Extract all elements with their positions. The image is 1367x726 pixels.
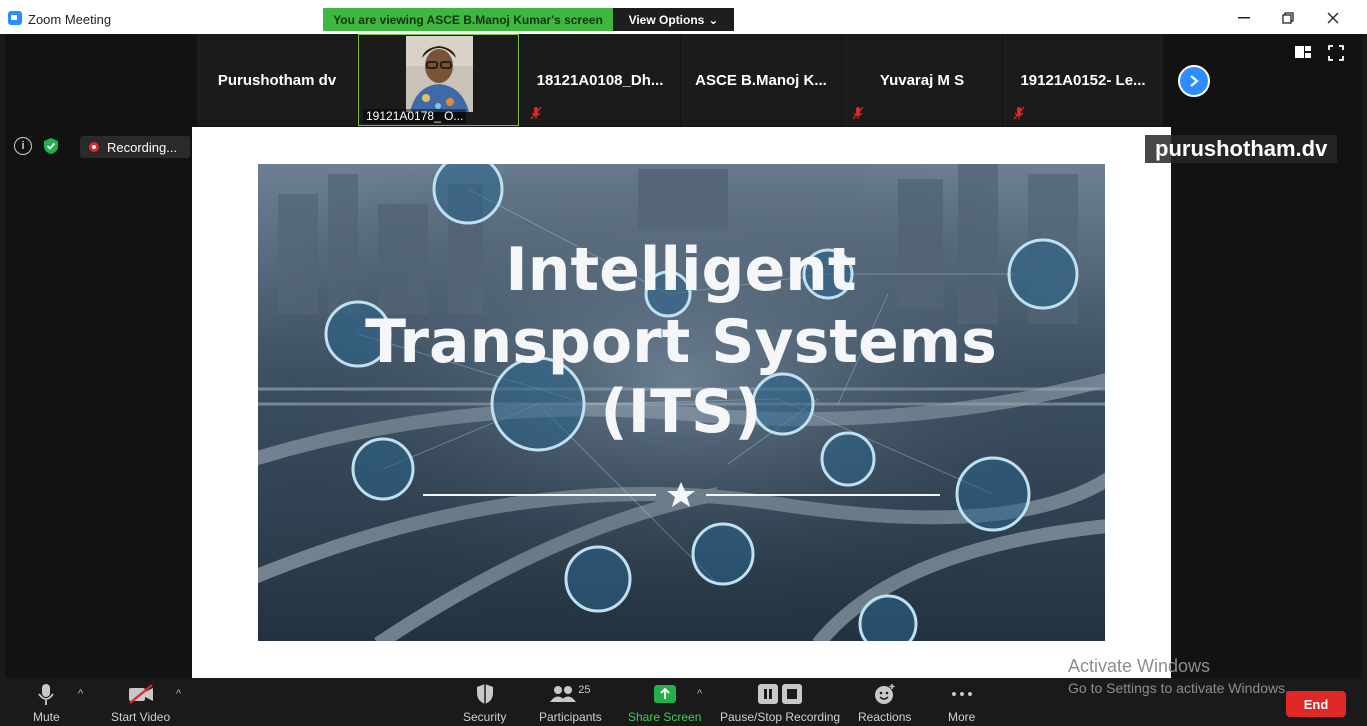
participant-tile[interactable]: 19121A0152- Le...	[1003, 34, 1163, 126]
video-off-icon	[128, 684, 153, 704]
slide-title-line2: Transport Systems	[365, 307, 997, 377]
participants-label: Participants	[539, 710, 602, 724]
fullscreen-icon[interactable]	[1328, 45, 1344, 61]
stop-icon	[782, 684, 803, 704]
mute-label: Mute	[33, 710, 60, 724]
presenter-name-label: purushotham.dv	[1145, 135, 1338, 163]
view-options-button[interactable]: View Options ⌄	[613, 8, 734, 31]
mute-button[interactable]: Mute	[33, 680, 60, 724]
participant-name: 19121A0178_ O...	[363, 109, 467, 123]
audio-options-caret-icon[interactable]: ^	[78, 688, 83, 700]
security-shield-icon	[476, 684, 493, 704]
pause-stop-recording-label: Pause/Stop Recording	[720, 710, 841, 724]
chevron-down-icon: ⌄	[708, 12, 719, 27]
chevron-right-icon	[1190, 75, 1199, 87]
reactions-label: Reactions	[858, 710, 912, 724]
participant-tile[interactable]: Yuvaraj M S	[842, 34, 1002, 126]
participant-count: 25	[578, 684, 591, 696]
next-page-button[interactable]	[1178, 65, 1210, 97]
presentation-slide: Intelligent Transport Systems (ITS)	[258, 164, 1105, 641]
pause-stop-recording-button[interactable]: Pause/Stop Recording	[720, 680, 840, 724]
zoom-logo-icon	[8, 11, 22, 25]
participant-tile-active-video[interactable]: 19121A0178_ O...	[358, 34, 519, 126]
more-button[interactable]: More	[948, 680, 975, 724]
participant-tile[interactable]: Purushotham dv	[197, 34, 357, 126]
slide-title-line3: (ITS)	[600, 377, 761, 447]
minimize-icon	[1238, 17, 1250, 19]
participant-name: Purushotham dv	[217, 71, 337, 89]
share-options-caret-icon[interactable]: ^	[697, 688, 702, 700]
encryption-shield-icon[interactable]	[42, 137, 60, 155]
video-options-caret-icon[interactable]: ^	[176, 688, 181, 700]
muted-mic-icon	[530, 106, 542, 120]
restore-icon	[1282, 12, 1294, 24]
start-video-button[interactable]: Start Video	[111, 680, 170, 724]
muted-mic-icon	[852, 106, 864, 120]
reactions-smiley-icon	[874, 684, 895, 704]
participant-video	[406, 36, 473, 112]
participant-tile[interactable]: ASCE B.Manoj K...	[681, 34, 841, 126]
participants-icon	[550, 686, 577, 702]
recording-label: Recording...	[107, 139, 178, 155]
layout-icon[interactable]	[1295, 46, 1311, 58]
window-title: Zoom Meeting	[28, 12, 112, 27]
share-screen-icon	[653, 685, 676, 703]
pause-icon	[758, 684, 779, 704]
participant-name: ASCE B.Manoj K...	[695, 71, 827, 89]
participants-button[interactable]: 25 Participants	[539, 680, 602, 724]
start-video-label: Start Video	[111, 710, 171, 724]
watermark-title: Activate Windows	[1068, 656, 1211, 676]
share-screen-label: Share Screen	[628, 710, 702, 724]
end-meeting-button[interactable]: End	[1286, 691, 1346, 717]
info-icon[interactable]: i	[14, 137, 32, 155]
viewing-screen-banner: You are viewing ASCE B.Manoj Kumar's scr…	[323, 8, 613, 31]
watermark-subtitle: Go to Settings to activate Windows.	[1068, 680, 1289, 696]
security-button[interactable]: Security	[463, 680, 506, 724]
participant-name: 19121A0152- Le...	[1020, 71, 1146, 89]
reactions-button[interactable]: Reactions	[858, 680, 911, 724]
view-options-label: View Options	[628, 12, 705, 27]
recording-dot-icon	[89, 142, 99, 152]
slide-title-line1: Intelligent	[505, 235, 856, 305]
restore-button[interactable]	[1273, 6, 1303, 30]
more-dots-icon	[951, 692, 972, 696]
close-button[interactable]	[1318, 6, 1348, 30]
minimize-button[interactable]	[1229, 6, 1259, 30]
title-bar: Zoom Meeting You are viewing ASCE B.Mano…	[0, 0, 1367, 34]
more-label: More	[948, 710, 976, 724]
activate-windows-watermark: Activate Windows Go to Settings to activ…	[1068, 656, 1289, 696]
close-icon	[1327, 12, 1339, 24]
participant-tile[interactable]: 18121A0108_Dh...	[520, 34, 680, 126]
participant-name: Yuvaraj M S	[879, 71, 965, 89]
meeting-status-icons: i	[14, 137, 60, 155]
muted-mic-icon	[1013, 106, 1025, 120]
security-label: Security	[463, 710, 507, 724]
recording-indicator: Recording...	[80, 136, 190, 158]
share-screen-button[interactable]: Share Screen	[628, 680, 701, 724]
participant-name: 18121A0108_Dh...	[536, 71, 664, 89]
microphone-icon	[38, 684, 55, 705]
